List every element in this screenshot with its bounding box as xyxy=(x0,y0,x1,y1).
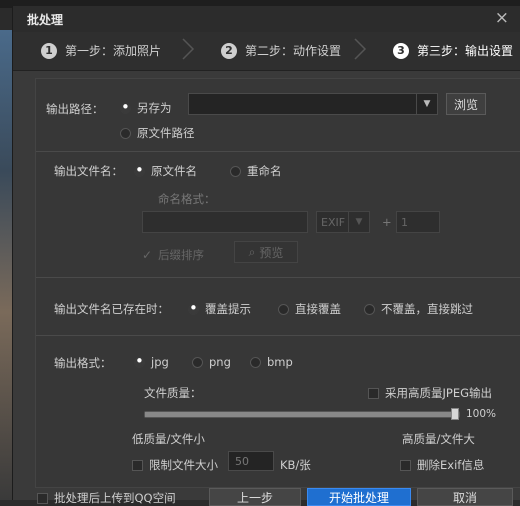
suffix-sort-label: 后缀排序 xyxy=(158,248,205,262)
prev-step-button[interactable]: 上一步 xyxy=(209,488,301,506)
divider xyxy=(36,335,520,336)
radio-overwrite[interactable]: 直接覆盖 xyxy=(278,301,341,317)
hq-jpeg-checkbox[interactable]: 采用高质量JPEG输出 xyxy=(368,385,492,401)
limit-size-checkbox[interactable]: 限制文件大小 xyxy=(132,457,218,473)
radio-rename[interactable]: 重命名 xyxy=(230,163,282,179)
radio-dot xyxy=(364,303,375,315)
radio-bmp[interactable]: bmp xyxy=(250,355,293,369)
radio-save-as[interactable]: 另存为 xyxy=(120,98,172,116)
radio-dot xyxy=(192,356,203,368)
divider xyxy=(36,151,520,152)
quality-label: 文件质量： xyxy=(144,386,202,400)
checkbox-box xyxy=(400,459,411,471)
upload-qzone-label: 批处理后上传到QQ空间 xyxy=(54,491,176,505)
start-number-value: 1 xyxy=(401,216,408,229)
radio-skip[interactable]: 不覆盖，直接跳过 xyxy=(364,301,473,317)
limit-size-unit: KB/张 xyxy=(280,458,311,472)
title-bar: 批处理 × xyxy=(13,6,520,32)
radio-dot xyxy=(120,98,131,116)
radio-dot xyxy=(278,303,289,315)
step-2-label: 第二步：动作设置 xyxy=(245,44,342,58)
preview-icon: ⌕ xyxy=(248,244,256,259)
output-path-combobox[interactable]: ▼ xyxy=(188,93,438,115)
step-2-number: 2 xyxy=(221,42,237,59)
start-number-input[interactable]: 1 xyxy=(396,211,440,233)
settings-panel: 输出路径： 另存为 ▼ 浏览 原文件路径 输出文件名： 原文件名 重命名 命名格… xyxy=(35,78,520,488)
quality-slider-fill xyxy=(145,412,455,417)
radio-png[interactable]: png xyxy=(192,355,231,369)
step-1[interactable]: 1 第一步：添加照片 xyxy=(41,42,161,59)
step-1-label: 第一步：添加照片 xyxy=(65,44,162,58)
format-label: 输出格式： xyxy=(54,356,112,370)
name-format-input[interactable] xyxy=(142,211,308,233)
radio-dot xyxy=(134,352,145,370)
limit-size-value: 50 xyxy=(235,455,249,468)
quality-value: 100% xyxy=(466,408,497,420)
remove-exif-checkbox[interactable]: 删除Exif信息 xyxy=(400,457,484,473)
step-3-number: 3 xyxy=(393,42,409,59)
radio-skip-label: 不覆盖，直接跳过 xyxy=(381,302,473,316)
background-photo-edge xyxy=(0,30,12,500)
checkbox-box xyxy=(37,492,48,504)
preview-label: 预览 xyxy=(259,245,284,260)
chevron-right-icon xyxy=(354,38,367,60)
check-mark-icon: ✓ xyxy=(142,248,153,262)
radio-original-path[interactable]: 原文件路径 xyxy=(120,125,195,141)
browse-button[interactable]: 浏览 xyxy=(446,93,486,115)
exif-value: EXIF xyxy=(321,216,346,229)
quality-slider[interactable] xyxy=(144,408,460,420)
checkbox-box xyxy=(132,459,143,471)
suffix-sort-checkbox[interactable]: ✓ 后缀排序 xyxy=(142,247,204,263)
output-path-label: 输出路径： xyxy=(46,102,104,116)
radio-overwrite-prompt-label: 覆盖提示 xyxy=(205,302,251,316)
high-quality-label: 高质量/文件大 xyxy=(402,432,475,446)
radio-bmp-label: bmp xyxy=(267,355,293,369)
dialog-title: 批处理 xyxy=(27,13,64,27)
chevron-down-icon[interactable]: ▼ xyxy=(348,212,369,232)
radio-dot xyxy=(188,299,199,317)
radio-dot xyxy=(120,127,131,139)
hq-jpeg-label: 采用高质量JPEG输出 xyxy=(385,386,493,400)
radio-jpg[interactable]: jpg xyxy=(134,352,169,370)
step-bar: 1 第一步：添加照片 2 第二步：动作设置 3 第三步：输出设置 xyxy=(13,32,520,71)
limit-size-label: 限制文件大小 xyxy=(149,458,218,472)
radio-original-name-label: 原文件名 xyxy=(151,164,197,178)
radio-jpg-label: jpg xyxy=(151,355,169,369)
checkbox-box xyxy=(368,387,379,399)
radio-dot xyxy=(250,356,261,368)
step-3-label: 第三步：输出设置 xyxy=(417,44,514,58)
radio-original-name[interactable]: 原文件名 xyxy=(134,161,197,179)
start-batch-button[interactable]: 开始批处理 xyxy=(307,488,411,506)
radio-rename-label: 重命名 xyxy=(247,164,282,178)
radio-png-label: png xyxy=(209,355,231,369)
radio-overwrite-prompt[interactable]: 覆盖提示 xyxy=(188,299,251,317)
limit-size-input[interactable]: 50 xyxy=(228,451,274,471)
name-format-label: 命名格式： xyxy=(158,192,216,206)
radio-dot xyxy=(134,161,145,179)
preview-button[interactable]: ⌕ 预览 xyxy=(234,241,298,263)
radio-overwrite-label: 直接覆盖 xyxy=(295,302,341,316)
step-3[interactable]: 3 第三步：输出设置 xyxy=(393,42,513,59)
radio-save-as-label: 另存为 xyxy=(137,101,172,115)
radio-dot xyxy=(230,165,241,177)
plus-sign: + xyxy=(382,215,392,229)
exif-combobox[interactable]: EXIF ▼ xyxy=(316,211,370,233)
remove-exif-label: 删除Exif信息 xyxy=(417,458,485,472)
radio-original-path-label: 原文件路径 xyxy=(137,126,195,140)
low-quality-label: 低质量/文件小 xyxy=(132,432,205,446)
exists-label: 输出文件名已存在时： xyxy=(54,302,169,316)
close-icon[interactable]: × xyxy=(495,8,509,28)
step-1-number: 1 xyxy=(41,42,57,59)
chevron-down-icon[interactable]: ▼ xyxy=(416,94,437,114)
quality-slider-thumb[interactable] xyxy=(451,408,459,420)
batch-dialog: 批处理 × 1 第一步：添加照片 2 第二步：动作设置 3 第三步：输出设置 输… xyxy=(12,6,520,506)
chevron-right-icon xyxy=(182,38,195,60)
upload-qzone-checkbox[interactable]: 批处理后上传到QQ空间 xyxy=(37,490,176,506)
step-2[interactable]: 2 第二步：动作设置 xyxy=(221,42,341,59)
cancel-button[interactable]: 取消 xyxy=(417,488,513,506)
filename-label: 输出文件名： xyxy=(54,164,123,178)
divider xyxy=(36,277,520,278)
